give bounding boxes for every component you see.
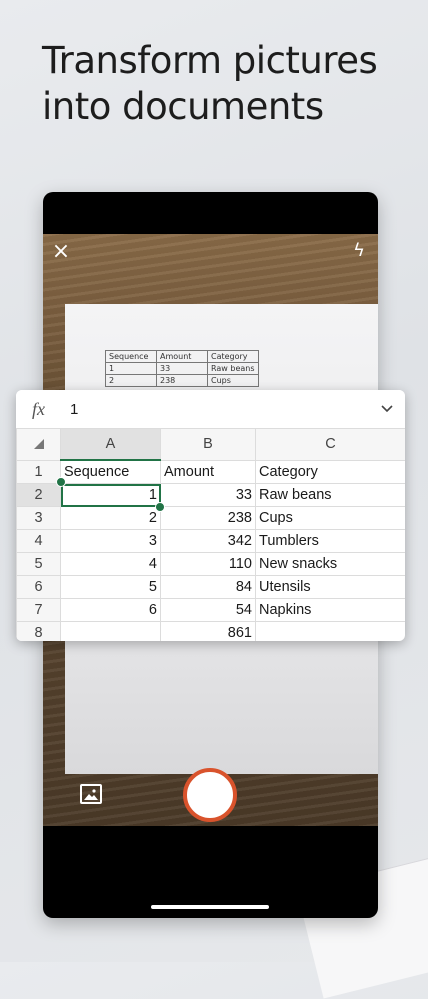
photographed-row: 1 33 Raw beans: [105, 362, 259, 375]
cell[interactable]: 33: [160, 483, 256, 507]
select-all-triangle: [33, 439, 44, 450]
cell[interactable]: 84: [160, 575, 256, 599]
column-header-b[interactable]: B: [160, 428, 256, 461]
cell[interactable]: 238: [160, 506, 256, 530]
table-row: 6 5 84 Utensils: [16, 575, 405, 599]
table-row: 5 4 110 New snacks: [16, 552, 405, 576]
cell[interactable]: 3: [60, 529, 161, 553]
photographed-cell: Cups: [207, 374, 259, 387]
table-row: 4 3 342 Tumblers: [16, 529, 405, 553]
row-header[interactable]: 6: [16, 575, 61, 599]
cell[interactable]: 6: [60, 598, 161, 622]
selection-handle-top[interactable]: [56, 477, 66, 487]
home-indicator: [151, 905, 269, 909]
fx-label: fx: [32, 399, 45, 419]
photographed-cell: Sequence: [105, 350, 157, 363]
cell[interactable]: Category: [255, 459, 405, 484]
column-header-a[interactable]: A: [60, 428, 161, 461]
row-header[interactable]: 4: [16, 529, 61, 553]
photographed-cell: Category: [207, 350, 259, 363]
cell[interactable]: Tumblers: [255, 529, 405, 553]
cell[interactable]: Amount: [160, 459, 256, 484]
cell[interactable]: 2: [60, 506, 161, 530]
spreadsheet-grid: A B C 1 Sequence Amount Category 2 1 33 …: [16, 428, 405, 641]
table-row: 7 6 54 Napkins: [16, 598, 405, 622]
spreadsheet-card: fx 1 A B C 1 Sequence Amount Category 2 …: [16, 390, 405, 641]
cell[interactable]: 5: [60, 575, 161, 599]
selection-handle-bottom[interactable]: [155, 502, 165, 512]
column-header-row: A B C: [16, 428, 405, 461]
cell[interactable]: Napkins: [255, 598, 405, 622]
close-icon[interactable]: ×: [51, 241, 71, 263]
cell[interactable]: 861: [160, 621, 256, 641]
cell[interactable]: 4: [60, 552, 161, 576]
gallery-icon-graphic: [84, 789, 98, 800]
table-row: 1 Sequence Amount Category: [16, 459, 405, 484]
table-row: 8 861: [16, 621, 405, 641]
photographed-cell: Raw beans: [207, 362, 259, 375]
cell[interactable]: 110: [160, 552, 256, 576]
cell[interactable]: [255, 621, 405, 641]
photographed-cell: 33: [156, 362, 208, 375]
flash-icon[interactable]: ϟ: [350, 240, 368, 262]
shutter-button[interactable]: [183, 768, 237, 822]
table-row: 2 1 33 Raw beans: [16, 483, 405, 507]
cell[interactable]: New snacks: [255, 552, 405, 576]
cell[interactable]: Raw beans: [255, 483, 405, 507]
active-cell[interactable]: 1: [60, 483, 161, 507]
row-header[interactable]: 1: [16, 459, 61, 484]
chevron-down-icon[interactable]: [379, 400, 395, 416]
column-header-c[interactable]: C: [255, 428, 405, 461]
photographed-row: Sequence Amount Category: [105, 350, 259, 363]
headline: Transform pictures into documents: [42, 39, 378, 128]
row-header[interactable]: 2: [16, 483, 61, 507]
select-all-corner[interactable]: [16, 428, 61, 461]
photographed-table: Sequence Amount Category 1 33 Raw beans …: [105, 350, 259, 387]
row-header[interactable]: 8: [16, 621, 61, 641]
photographed-cell: Amount: [156, 350, 208, 363]
table-row: 3 2 238 Cups: [16, 506, 405, 530]
photographed-cell: 238: [156, 374, 208, 387]
row-header[interactable]: 7: [16, 598, 61, 622]
photographed-cell: 2: [105, 374, 157, 387]
cell[interactable]: Sequence: [60, 459, 161, 484]
formula-input[interactable]: 1: [70, 401, 78, 418]
cell[interactable]: 342: [160, 529, 256, 553]
cell[interactable]: Utensils: [255, 575, 405, 599]
row-header[interactable]: 3: [16, 506, 61, 530]
formula-bar[interactable]: fx 1: [16, 390, 405, 429]
cell[interactable]: Cups: [255, 506, 405, 530]
gallery-icon[interactable]: [80, 784, 102, 804]
photographed-row: 2 238 Cups: [105, 374, 259, 387]
row-header[interactable]: 5: [16, 552, 61, 576]
cell[interactable]: 54: [160, 598, 256, 622]
photographed-cell: 1: [105, 362, 157, 375]
cell[interactable]: [60, 621, 161, 641]
